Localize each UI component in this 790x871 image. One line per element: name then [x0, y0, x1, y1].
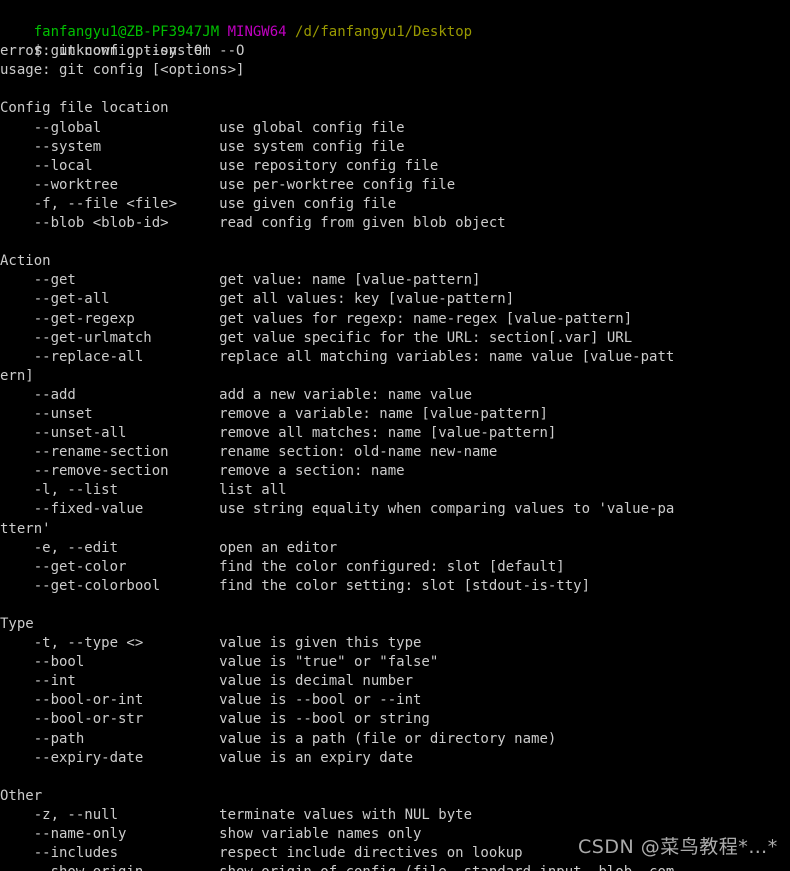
option-line: --global use global config file	[0, 119, 405, 136]
option-line: --local use repository config file	[0, 157, 439, 174]
prompt-shell: MINGW64	[227, 24, 287, 41]
option-line: --includes respect include directives on…	[0, 845, 523, 862]
prompt-space-1	[219, 24, 227, 40]
option-line: --get-urlmatch get value specific for th…	[0, 329, 633, 346]
option-line: --get-regexp get values for regexp: name…	[0, 310, 633, 327]
help-sections: Config file location --global use global…	[0, 99, 790, 871]
option-line: --name-only show variable names only	[0, 826, 422, 843]
option-line: -e, --edit open an editor	[0, 539, 338, 556]
option-line: --expiry-date value is an expiry date	[0, 749, 414, 766]
option-line: --system use system config file	[0, 138, 405, 155]
option-line: --get-colorbool find the color setting: …	[0, 577, 591, 594]
section-heading: Other	[0, 787, 43, 804]
usage-message: usage: git config [<options>]	[0, 62, 245, 79]
option-line: ttern'	[0, 520, 51, 537]
section-heading: Type	[0, 616, 34, 632]
option-line: --blob <blob-id> read config from given …	[0, 215, 506, 232]
prompt-line: fanfangyu1@ZB-PF3947JM MINGW64 /d/fanfan…	[0, 4, 790, 40]
option-line: --worktree use per-worktree config file	[0, 176, 456, 193]
option-line: --unset-all remove all matches: name [va…	[0, 425, 557, 442]
option-line: --fixed-value use string equality when c…	[0, 501, 675, 518]
option-line: --bool-or-int value is --bool or --int	[0, 692, 422, 709]
option-line: -f, --file <file> use given config file	[0, 195, 397, 212]
option-line: --rename-section rename section: old-nam…	[0, 444, 498, 461]
option-line: -z, --null terminate values with NUL byt…	[0, 806, 473, 823]
option-line: --get-color find the color configured: s…	[0, 558, 565, 575]
option-line: --replace-all replace all matching varia…	[0, 348, 675, 365]
option-line: --get get value: name [value-pattern]	[0, 272, 481, 289]
prompt-cwd: /d/fanfangyu1/Desktop	[295, 24, 473, 41]
option-line: --unset remove a variable: name [value-p…	[0, 405, 548, 422]
prompt-space-2	[287, 24, 295, 40]
prompt-user-host: fanfangyu1@ZB-PF3947JM	[33, 24, 220, 41]
option-line: --path value is a path (file or director…	[0, 730, 557, 747]
error-message: error: unknown option `O'	[0, 43, 211, 60]
option-line: ern]	[0, 367, 34, 384]
option-line: --show-origin show origin of config (fil…	[0, 863, 790, 871]
option-line: --remove-section remove a section: name	[0, 463, 405, 480]
section-heading: Config file location	[0, 100, 169, 117]
option-line: --bool-or-str value is --bool or string	[0, 711, 430, 728]
option-line: -t, --type <> value is given this type	[0, 635, 422, 652]
option-line: --get-all get all values: key [value-pat…	[0, 291, 515, 308]
option-line: --add add a new variable: name value	[0, 386, 473, 403]
section-heading: Action	[0, 253, 51, 270]
terminal-window[interactable]: fanfangyu1@ZB-PF3947JM MINGW64 /d/fanfan…	[0, 0, 790, 871]
option-line: -l, --list list all	[0, 482, 287, 499]
option-line: --int value is decimal number	[0, 673, 414, 690]
option-line: --bool value is "true" or "false"	[0, 654, 439, 671]
